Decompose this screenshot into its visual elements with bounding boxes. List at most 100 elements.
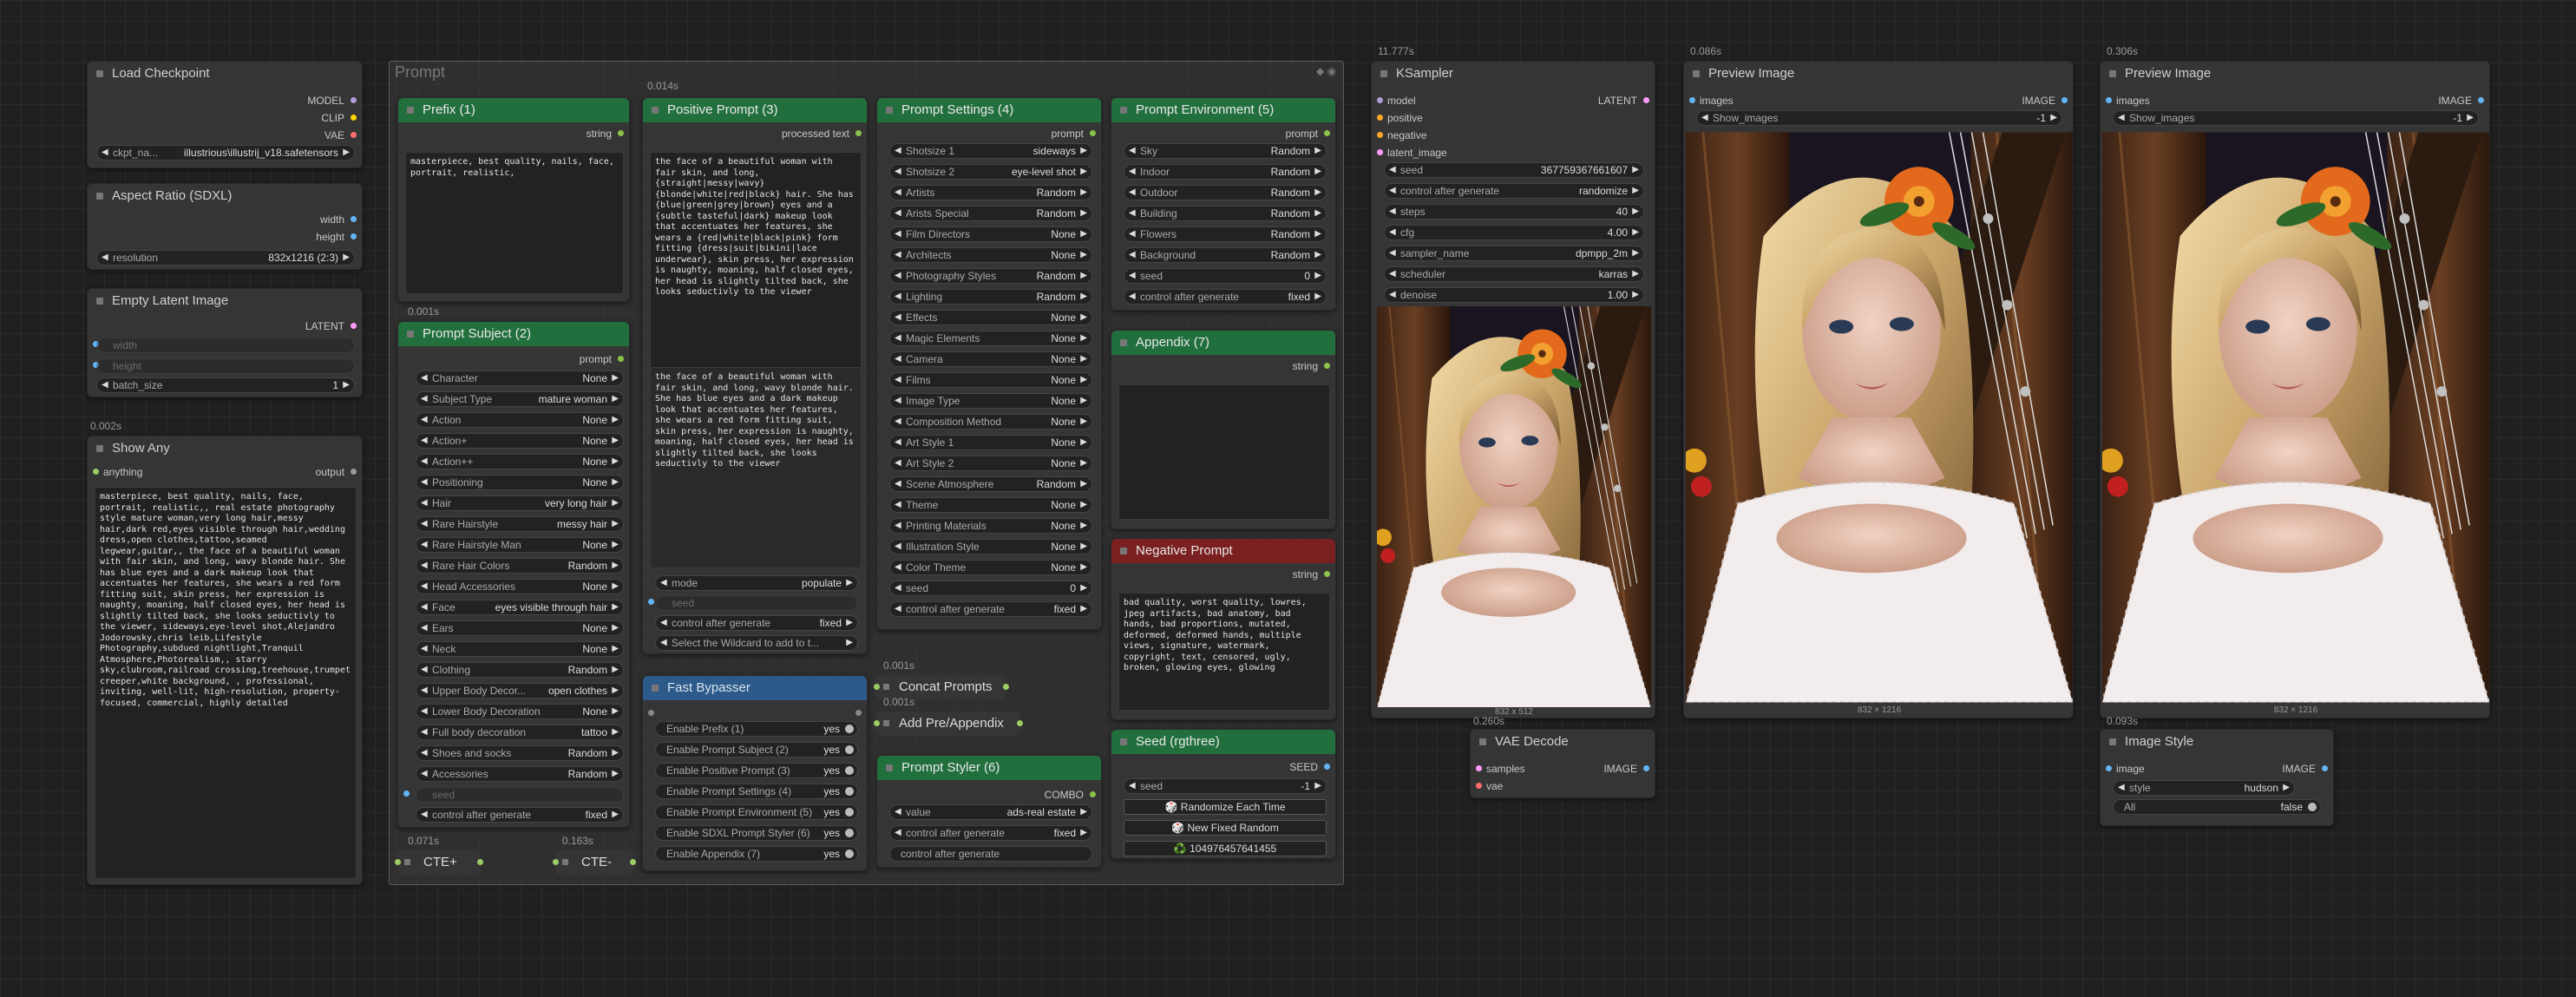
style-widget[interactable]: style hudson [2113, 780, 2295, 796]
settings-widget-21[interactable]: seed 0 [889, 580, 1092, 596]
cte-minus-node[interactable]: CTE- [553, 850, 636, 875]
latent-in-dot[interactable] [1377, 149, 1383, 155]
control-after-generate[interactable]: control after generate fixed [889, 825, 1092, 841]
prefix-text[interactable]: masterpiece, best quality, nails, face, … [405, 152, 624, 294]
node-title[interactable]: Load Checkpoint [88, 62, 362, 86]
add-pre-appendix-node[interactable]: Add Pre/Appendix [874, 712, 1023, 736]
height-dot[interactable] [351, 233, 357, 239]
model-in-dot[interactable] [1377, 97, 1383, 103]
subject-widget-6[interactable]: Hair very long hair [416, 495, 624, 511]
prompt-settings-node[interactable]: Prompt Settings (4) prompt Shotsize 1 sid… [876, 97, 1102, 630]
ks-widget-5[interactable]: scheduler karras [1384, 266, 1644, 282]
settings-widget-20[interactable]: Color Theme None [889, 560, 1092, 575]
seed-widget[interactable]: seed -1 [1124, 778, 1327, 794]
prompt-dot[interactable] [618, 356, 624, 362]
node-title[interactable]: Prompt Subject (2) [398, 322, 629, 346]
group-controls-icon[interactable]: ◆ ◉ [1316, 65, 1336, 77]
subject-widget-10[interactable]: Head Accessories None [416, 579, 624, 594]
addpre-in[interactable] [874, 720, 880, 726]
subject-widget-19[interactable]: Accessories Random [416, 766, 624, 782]
negative-text[interactable]: bad quality, worst quality, lowres, jpeg… [1118, 593, 1330, 711]
negative-in-dot[interactable] [1377, 132, 1383, 138]
env-widget-2[interactable]: Outdoor Random [1124, 185, 1327, 200]
bypass-toggle-1[interactable]: Enable Prompt Subject (2) yes [655, 742, 858, 758]
image-in-dot[interactable] [2106, 765, 2112, 771]
bypass-toggle-5[interactable]: Enable SDXL Prompt Styler (6) yes [655, 825, 858, 841]
node-title[interactable]: VAE Decode [1471, 730, 1655, 754]
control-after-generate[interactable]: control after generate fixed [655, 615, 858, 631]
string-dot[interactable] [618, 130, 624, 136]
settings-widget-12[interactable]: Image Type None [889, 393, 1092, 409]
mode-widget[interactable]: mode populate [655, 575, 858, 591]
latent-dot[interactable] [351, 323, 357, 329]
last-seed-button[interactable]: ♻️ 104976457641455 [1124, 841, 1327, 856]
cte-plus-node[interactable]: CTE+ [395, 850, 483, 875]
node-title[interactable]: Prompt Styler (6) [877, 756, 1101, 780]
image-style-node[interactable]: Image Style image IMAGE style hudson All f… [2100, 729, 2334, 826]
env-widget-1[interactable]: Indoor Random [1124, 164, 1327, 180]
node-title[interactable]: Prompt Settings (4) [877, 98, 1101, 122]
settings-widget-17[interactable]: Theme None [889, 497, 1092, 513]
subject-widget-4[interactable]: Action++ None [416, 454, 624, 469]
prompt-dot[interactable] [1090, 130, 1096, 136]
node-title[interactable]: Aspect Ratio (SDXL) [88, 184, 362, 208]
settings-widget-22[interactable]: control after generate fixed [889, 601, 1092, 617]
clip-dot[interactable] [351, 115, 357, 121]
ks-widget-4[interactable]: sampler_name dpmpp_2m [1384, 246, 1644, 261]
settings-widget-19[interactable]: Illustration Style None [889, 539, 1092, 554]
bypasser-out-dot[interactable] [855, 710, 862, 716]
batch-size-widget[interactable]: batch_size 1 [96, 377, 355, 393]
settings-widget-18[interactable]: Printing Materials None [889, 518, 1092, 534]
images-in-dot[interactable] [2106, 97, 2112, 103]
new-fixed-random-button[interactable]: 🎲 New Fixed Random [1124, 820, 1327, 836]
seed-input-dot[interactable] [403, 790, 410, 797]
seed-dot[interactable] [1324, 764, 1330, 770]
positive-in-dot[interactable] [1377, 115, 1383, 121]
show-any-node[interactable]: Show Any anything output masterpiece, be… [87, 436, 363, 885]
settings-widget-16[interactable]: Scene Atmosphere Random [889, 476, 1092, 492]
preview-image-node-1[interactable]: Preview Image images IMAGE Show_images -1… [1683, 61, 2074, 718]
ks-widget-2[interactable]: steps 40 [1384, 204, 1644, 220]
processed-dot[interactable] [855, 130, 862, 136]
images-in-dot[interactable] [1689, 97, 1695, 103]
subject-widget-0[interactable]: Character None [416, 371, 624, 386]
node-title[interactable]: Show Any [88, 436, 362, 461]
combo-dot[interactable] [1090, 791, 1096, 797]
subject-widget-3[interactable]: Action+ None [416, 433, 624, 449]
prompt-styler-node[interactable]: Prompt Styler (6) COMBO value ads-real es… [876, 755, 1102, 868]
subject-widget-18[interactable]: Shoes and socks Random [416, 745, 624, 761]
settings-widget-14[interactable]: Art Style 1 None [889, 435, 1092, 450]
preview-image-node-2[interactable]: Preview Image images IMAGE Show_images -1… [2100, 61, 2490, 718]
empty-latent-node[interactable]: Empty Latent Image LATENT width height b… [87, 288, 363, 397]
string-dot[interactable] [1324, 571, 1330, 577]
vae-dot[interactable] [351, 132, 357, 138]
node-title[interactable]: Positive Prompt (3) [643, 98, 867, 122]
cte-plus-out[interactable] [477, 859, 483, 865]
node-title[interactable]: Negative Prompt [1111, 539, 1335, 563]
latent-out-dot[interactable] [1643, 97, 1649, 103]
prompt-environment-node[interactable]: Prompt Environment (5) prompt SkyRandomI… [1111, 97, 1336, 311]
settings-widget-1[interactable]: Shotsize 2 eye-level shot [889, 164, 1092, 180]
node-title[interactable]: Prompt Environment (5) [1111, 98, 1335, 122]
subject-widget-2[interactable]: Action None [416, 412, 624, 428]
control-after-generate[interactable]: control after generate fixed [416, 807, 624, 823]
style-value-widget[interactable]: value ads-real estate [889, 804, 1092, 820]
settings-widget-13[interactable]: Composition Method None [889, 414, 1092, 430]
image-out-dot[interactable] [2478, 97, 2484, 103]
seed-input-dot[interactable] [648, 599, 654, 605]
env-widget-3[interactable]: Building Random [1124, 206, 1327, 221]
negative-prompt-node[interactable]: Negative Prompt string bad quality, wors… [1111, 538, 1336, 720]
bypass-toggle-6[interactable]: Enable Appendix (7) yes [655, 846, 858, 862]
settings-widget-2[interactable]: Artists Random [889, 185, 1092, 200]
control-after-generate-2[interactable]: control after generate [889, 846, 1092, 862]
string-dot[interactable] [1324, 363, 1330, 369]
subject-widget-5[interactable]: Positioning None [416, 475, 624, 490]
vae-decode-node[interactable]: VAE Decode samples vae IMAGE [1470, 729, 1655, 798]
settings-widget-7[interactable]: Lighting Random [889, 289, 1092, 305]
all-toggle[interactable]: All false [2113, 799, 2321, 815]
env-widget-5[interactable]: Background Random [1124, 247, 1327, 263]
node-title[interactable]: KSampler [1372, 62, 1655, 86]
ks-widget-6[interactable]: denoise 1.00 [1384, 287, 1644, 303]
positive-populated-text[interactable]: the face of a beautiful woman with fair … [650, 367, 862, 568]
show-images-widget[interactable]: Show_images -1 [1696, 110, 2062, 126]
